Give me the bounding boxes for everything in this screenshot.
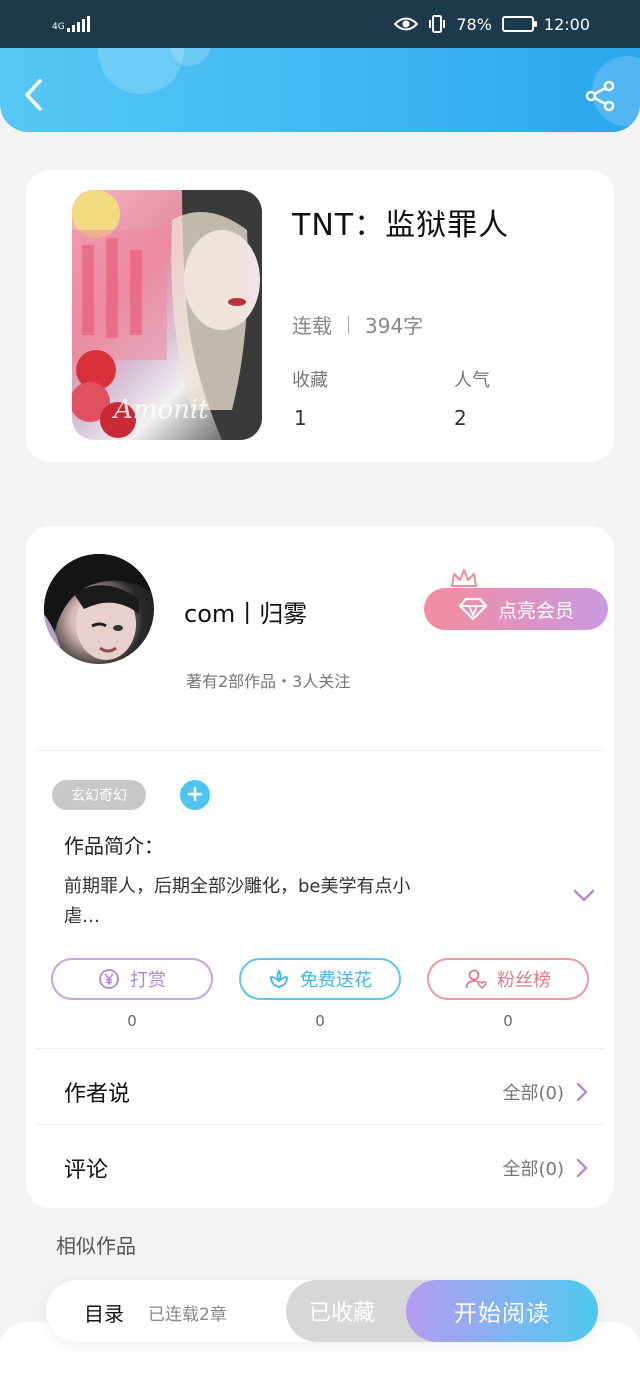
chevron-right-icon — [576, 1158, 588, 1178]
vip-button-label: 点亮会员 — [497, 599, 574, 622]
divider — [36, 750, 604, 751]
start-reading-label: 开始阅读 — [454, 1301, 550, 1327]
book-info-card: Amonit TNT：监狱罪人 连载 394字 收藏 1 人气 2 — [26, 170, 614, 462]
popularity-count: 2 — [454, 406, 467, 430]
send-flower-label: 免费送花 — [300, 970, 372, 991]
back-button[interactable] — [22, 78, 46, 112]
status-divider — [348, 315, 349, 334]
similar-works-heading: 相似作品 — [56, 1234, 136, 1258]
reward-count: 0 — [127, 1012, 137, 1030]
battery-percent: 78% — [456, 14, 492, 34]
yen-coin-icon — [99, 969, 119, 989]
expand-chevron-icon[interactable] — [572, 888, 596, 904]
word-count: 394字 — [365, 314, 424, 338]
diamond-icon — [458, 597, 488, 621]
book-status-line: 连载 394字 — [292, 310, 423, 339]
chapter-count: 已连载2章 — [148, 1305, 227, 1325]
author-says-label: 作者说 — [64, 1082, 131, 1107]
fans-ranking-button[interactable]: 粉丝榜 — [427, 958, 589, 1000]
battery-icon — [501, 16, 537, 32]
activate-vip-button[interactable]: 点亮会员 — [424, 588, 608, 630]
signal-bars-icon — [66, 16, 90, 32]
flower-icon — [270, 969, 288, 988]
user-heart-icon — [465, 969, 487, 990]
author-says-count: 全部(0) — [502, 1083, 565, 1104]
signal-indicator: 4G — [52, 16, 90, 32]
author-avatar[interactable] — [44, 554, 154, 664]
clock: 12:00 — [543, 14, 590, 34]
vibrate-icon — [429, 15, 446, 33]
flower-count: 0 — [315, 1012, 325, 1030]
collected-label: 已收藏 — [308, 1301, 375, 1326]
reward-button[interactable]: 打赏 — [51, 958, 213, 1000]
author-details-card: com丨归雾 点亮会员 著有2部作品・3人关注 玄幻奇幻 + 作品简介： 前期罪… — [26, 526, 614, 1208]
chevron-right-icon — [576, 1082, 588, 1102]
start-reading-button[interactable]: 开始阅读 — [406, 1280, 598, 1342]
divider — [36, 1048, 604, 1049]
comments-all[interactable]: 全部(0) — [503, 1155, 589, 1181]
status-bar: 4G 78% 12:00 — [0, 0, 640, 48]
fans-ranking-label: 粉丝榜 — [497, 970, 551, 991]
bottom-action-bar: 目录 已连载2章 已收藏 开始阅读 — [46, 1280, 598, 1342]
add-tag-button[interactable]: + — [180, 780, 210, 810]
reward-label: 打赏 — [130, 970, 166, 991]
cover-art-image: Amonit — [72, 190, 262, 440]
comments-label: 评论 — [64, 1158, 109, 1183]
crown-icon — [451, 569, 477, 590]
table-of-contents-button[interactable]: 目录 — [84, 1298, 124, 1327]
intro-text: 前期罪人，后期全部沙雕化，be美学有点小虐… — [64, 876, 411, 927]
avatar-image — [44, 554, 154, 664]
svg-text:Amonit: Amonit — [112, 395, 209, 425]
favorites-label: 收藏 — [292, 370, 328, 391]
send-flower-button[interactable]: 免费送花 — [239, 958, 401, 1000]
share-button[interactable] — [584, 80, 616, 112]
popularity-label: 人气 — [454, 370, 490, 391]
book-cover[interactable]: Amonit — [72, 190, 262, 440]
fans-count: 0 — [503, 1012, 513, 1030]
author-works-followers: 著有2部作品・3人关注 — [186, 672, 351, 691]
genre-tag[interactable]: 玄幻奇幻 — [52, 780, 146, 810]
eye-icon — [394, 17, 419, 31]
author-says-all[interactable]: 全部(0) — [503, 1079, 589, 1105]
intro-label: 作品简介： — [64, 834, 164, 858]
author-name[interactable]: com丨归雾 — [184, 594, 307, 629]
book-title: TNT：监狱罪人 — [292, 208, 510, 243]
network-type: 4G — [52, 22, 65, 32]
comments-count: 全部(0) — [502, 1159, 565, 1180]
divider — [36, 1124, 604, 1125]
favorites-count: 1 — [294, 406, 307, 430]
serial-status: 连载 — [292, 314, 332, 338]
top-app-bar — [0, 48, 640, 132]
